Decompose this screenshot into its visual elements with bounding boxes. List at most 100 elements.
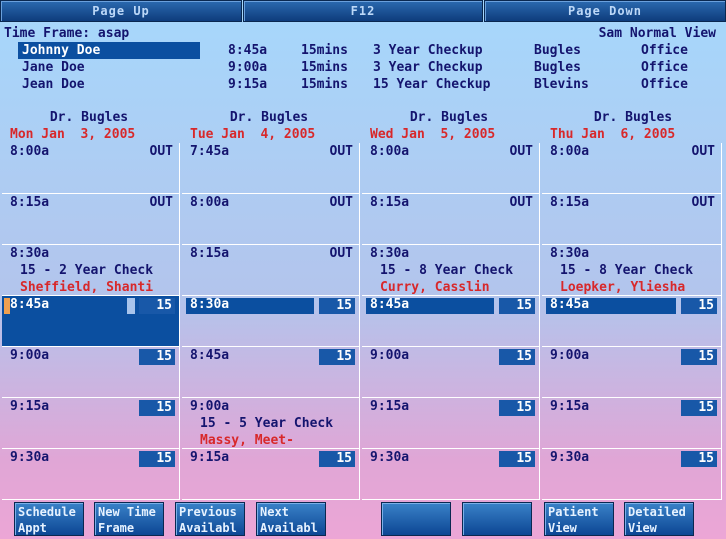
appointment-type: 15 - 8 Year Check	[560, 263, 694, 278]
slot-time: 8:15a	[190, 246, 230, 261]
schedule-slot[interactable]: 9:15a 15	[182, 449, 360, 500]
slot-time: 9:00a	[190, 399, 230, 414]
appointment-type: 15 - 8 Year Check	[380, 263, 514, 278]
column-date: Thu Jan 6, 2005	[550, 127, 676, 142]
schedule-appt-button[interactable]: Schedule Appt	[14, 502, 84, 536]
appointment-patient: Loepker, Yliesha	[560, 280, 686, 295]
schedule-grid: 8:00a OUT 8:15a OUT 8:30a 15 - 2 Year Check Sh…	[0, 143, 726, 500]
slot-status: OUT	[691, 195, 715, 210]
schedule-slot[interactable]: 8:00a OUT	[542, 143, 722, 194]
f12-button[interactable]: F12	[243, 0, 483, 22]
slot-time: 9:00a	[550, 348, 590, 363]
schedule-slot[interactable]: 9:00a 15	[362, 347, 540, 398]
appt-length: 15mins	[301, 60, 348, 75]
slot-duration: 15	[139, 400, 175, 416]
next-availabl-button[interactable]: Next Availabl	[256, 502, 326, 536]
slot-duration: 15	[139, 451, 175, 467]
slot-duration: 15	[499, 298, 535, 314]
slot-time: 9:00a	[370, 348, 410, 363]
slot-time: 8:45a	[10, 297, 50, 312]
appt-type: 3 Year Checkup	[373, 43, 483, 58]
detailed-view-button[interactable]: Detailed View	[624, 502, 694, 536]
slot-time: 8:45a	[370, 297, 410, 312]
schedule-slot[interactable]: 8:45a 15	[2, 296, 180, 347]
slot-duration: 15	[681, 451, 717, 467]
slot-duration: 15	[681, 400, 717, 416]
schedule-slot[interactable]: 8:15a OUT	[362, 194, 540, 245]
schedule-slot[interactable]: 7:45a OUT	[182, 143, 360, 194]
new-time-frame-button[interactable]: New Time Frame	[94, 502, 164, 536]
column-doctor: Dr. Bugles	[229, 110, 309, 125]
slot-status: OUT	[691, 144, 715, 159]
page-down-button[interactable]: Page Down	[484, 0, 726, 22]
appt-doctor: Blevins	[534, 77, 589, 92]
schedule-slot[interactable]: 8:30a 15 - 2 Year Check Sheffield, Shanti	[2, 245, 180, 296]
slot-time: 8:00a	[550, 144, 590, 159]
slot-time: 9:30a	[550, 450, 590, 465]
appointment-patient: Curry, Casslin	[380, 280, 490, 295]
schedule-slot[interactable]: 9:15a 15	[2, 398, 180, 449]
schedule-slot[interactable]: 8:45a 15	[542, 296, 722, 347]
column-date: Mon Jan 3, 2005	[10, 127, 136, 142]
schedule-slot[interactable]: 9:30a 15	[362, 449, 540, 500]
slot-duration: 15	[319, 298, 355, 314]
slot-time: 8:30a	[190, 297, 230, 312]
slot-duration: 15	[319, 349, 355, 365]
patient-name[interactable]: Jane Doe	[22, 60, 85, 75]
schedule-slot[interactable]: 8:00a OUT	[182, 194, 360, 245]
schedule-slot[interactable]: 9:15a 15	[542, 398, 722, 449]
blank-button[interactable]	[381, 502, 451, 536]
appt-time: 9:00a	[228, 60, 268, 75]
slot-duration: 15	[499, 400, 535, 416]
appt-location: Office	[641, 43, 688, 58]
schedule-slot[interactable]: 8:30a 15 - 8 Year Check Curry, Casslin	[362, 245, 540, 296]
patient-name[interactable]: Johnny Doe	[22, 43, 100, 58]
slot-time: 8:00a	[190, 195, 230, 210]
column-doctor: Dr. Bugles	[49, 110, 129, 125]
slot-time: 9:30a	[10, 450, 50, 465]
schedule-slot[interactable]: 8:30a 15	[182, 296, 360, 347]
column-doctor: Dr. Bugles	[593, 110, 673, 125]
bottom-toolbar: Schedule Appt New Time Frame Previous Avai…	[0, 500, 726, 539]
slot-time: 8:45a	[190, 348, 230, 363]
schedule-slot[interactable]: 8:00a OUT	[362, 143, 540, 194]
slot-time: 8:30a	[550, 246, 590, 261]
appointment-type: 15 - 5 Year Check	[200, 416, 334, 431]
appt-type: 15 Year Checkup	[373, 77, 491, 92]
schedule-slot[interactable]: 9:30a 15	[542, 449, 722, 500]
slot-time: 8:15a	[10, 195, 50, 210]
appointment-patient: Massy, Meet-	[200, 433, 294, 448]
schedule-slot[interactable]: 8:45a 15	[362, 296, 540, 347]
slot-time: 9:15a	[370, 399, 410, 414]
appt-time: 9:15a	[228, 77, 268, 92]
schedule-slot[interactable]: 9:00a 15	[542, 347, 722, 398]
previous-availabl-button[interactable]: Previous Availabl	[175, 502, 245, 536]
schedule-slot[interactable]: 8:00a OUT	[2, 143, 180, 194]
patient-name[interactable]: Jean Doe	[22, 77, 85, 92]
schedule-slot[interactable]: 9:15a 15	[362, 398, 540, 449]
slot-time: 9:15a	[190, 450, 230, 465]
slot-status: OUT	[329, 246, 353, 261]
schedule-slot[interactable]: 8:45a 15	[182, 347, 360, 398]
schedule-slot[interactable]: 9:00a 15 - 5 Year Check Massy, Meet-	[182, 398, 360, 449]
schedule-slot[interactable]: 8:15a OUT	[542, 194, 722, 245]
schedule-slot[interactable]: 9:00a 15	[2, 347, 180, 398]
blank-button[interactable]	[462, 502, 532, 536]
schedule-slot[interactable]: 8:15a OUT	[2, 194, 180, 245]
patient-view-button[interactable]: Patient View	[544, 502, 614, 536]
schedule-slot[interactable]: 8:15a OUT	[182, 245, 360, 296]
slot-time: 8:00a	[10, 144, 50, 159]
schedule-slot[interactable]: 9:30a 15	[2, 449, 180, 500]
appt-time: 8:45a	[228, 43, 268, 58]
slot-time: 8:15a	[550, 195, 590, 210]
slot-scroll-indicator	[127, 298, 135, 314]
slot-status: OUT	[149, 144, 173, 159]
page-up-button[interactable]: Page Up	[0, 0, 242, 22]
slot-time: 9:00a	[10, 348, 50, 363]
slot-duration: 15	[139, 298, 175, 314]
schedule-slot[interactable]: 8:30a 15 - 8 Year Check Loepker, Yliesha	[542, 245, 722, 296]
slot-time: 9:30a	[370, 450, 410, 465]
slot-status: OUT	[509, 144, 533, 159]
appt-length: 15mins	[301, 77, 348, 92]
appointment-type: 15 - 2 Year Check	[20, 263, 154, 278]
